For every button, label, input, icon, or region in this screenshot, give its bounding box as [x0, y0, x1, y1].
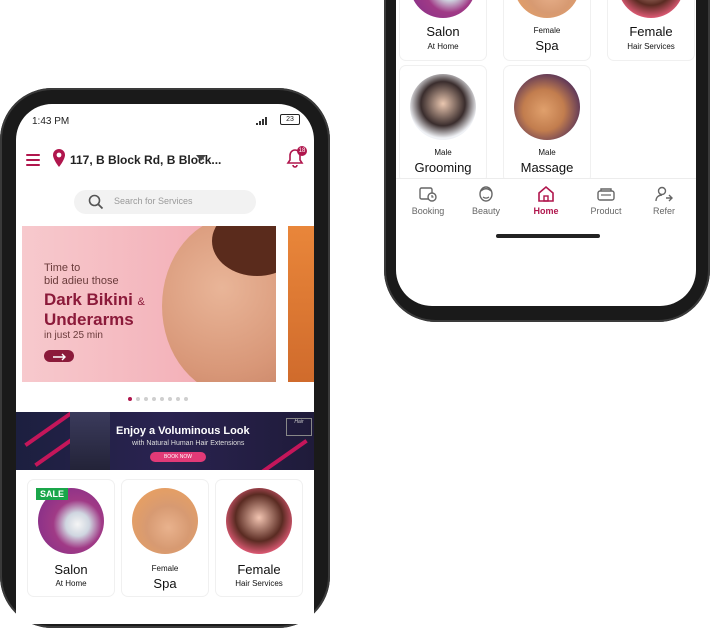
location-pin-icon[interactable] [52, 148, 66, 168]
category-spa-card[interactable]: Female Spa [504, 0, 590, 60]
promo-banner[interactable]: Enjoy a Voluminous Look with Natural Hum… [16, 412, 314, 470]
spa-image [132, 488, 198, 554]
category-grooming-card[interactable]: Male Grooming [400, 66, 486, 182]
carousel-dot[interactable] [168, 397, 172, 401]
search-bar[interactable]: Search for Services [74, 190, 256, 214]
hair-subtitle: Hair Services [627, 42, 675, 51]
carousel-dot[interactable] [136, 397, 140, 401]
carousel-dot[interactable] [176, 397, 180, 401]
phone-right-screen: SALE Salon At Home Female Spa Female Hai… [396, 0, 696, 306]
nav-home-label: Home [533, 206, 559, 216]
carousel-dot[interactable] [184, 397, 188, 401]
spa-title: Spa [153, 576, 177, 591]
phone-left-screen: 1:43 PM 23 117, B Block Rd, B Block... 1… [16, 104, 314, 624]
salon-title: Salon [426, 24, 460, 39]
top-bar: 117, B Block Rd, B Block... 18 [16, 146, 314, 178]
spa-title: Spa [535, 38, 559, 53]
banner-line4: Underarms [44, 310, 134, 329]
carousel-dot[interactable] [160, 397, 164, 401]
category-hair-card[interactable]: Female Hair Services [608, 0, 694, 60]
salon-subtitle: At Home [427, 42, 459, 51]
hero-banner[interactable]: Time to bid adieu those Dark Bikini & Un… [22, 226, 276, 382]
nav-refer[interactable]: Refer [636, 185, 692, 216]
sale-badge: SALE [36, 488, 69, 500]
promo-image [70, 412, 110, 470]
promo-brand-logo: Hair [286, 418, 312, 436]
chevron-down-icon[interactable] [196, 155, 206, 161]
nav-home[interactable]: Home [518, 185, 574, 216]
phone-right: SALE Salon At Home Female Spa Female Hai… [384, 0, 710, 322]
home-indicator[interactable] [496, 234, 600, 238]
notification-count: 18 [297, 146, 307, 156]
beauty-icon [479, 186, 493, 202]
category-massage-card[interactable]: Male Massage [504, 66, 590, 182]
massage-top-label: Male [538, 148, 556, 157]
hair-image [618, 0, 684, 18]
grooming-top-label: Male [434, 148, 452, 157]
banner-line5: in just 25 min [44, 330, 103, 341]
category-salon-card[interactable]: SALE Salon At Home [400, 0, 486, 60]
menu-icon[interactable] [26, 151, 40, 167]
battery-icon: 23 [280, 114, 300, 125]
next-banner-preview[interactable] [288, 226, 314, 382]
search-icon [88, 194, 104, 210]
banner-line3: Dark Bikini [44, 290, 133, 309]
salon-subtitle: At Home [55, 579, 87, 588]
banner-headline-1: Dark Bikini & [44, 290, 145, 310]
hair-title: Female [629, 24, 673, 39]
category-hair-card[interactable]: Female Hair Services [216, 480, 302, 596]
hair-image [226, 488, 292, 554]
nav-product[interactable]: Product [578, 185, 634, 216]
arrow-right-icon [53, 353, 66, 361]
refer-icon [655, 186, 673, 202]
nav-booking-label: Booking [411, 206, 445, 216]
banner-arrow-button[interactable] [44, 350, 74, 362]
phone-left: 1:43 PM 23 117, B Block Rd, B Block... 1… [0, 88, 330, 628]
massage-title: Massage [520, 160, 574, 175]
grooming-image [410, 74, 476, 140]
nav-beauty[interactable]: Beauty [458, 185, 514, 216]
promo-title: Enjoy a Voluminous Look [116, 425, 250, 437]
home-icon [538, 185, 554, 202]
nav-refer-label: Refer [652, 206, 675, 216]
banner-line2: bid adieu those [44, 275, 119, 287]
banner-amp: & [137, 296, 145, 308]
status-bar: 1:43 PM 23 [16, 104, 314, 132]
nav-booking[interactable]: Booking [400, 185, 456, 216]
nav-beauty-label: Beauty [471, 206, 501, 216]
product-icon [597, 188, 615, 201]
promo-subtitle: with Natural Human Hair Extensions [132, 440, 245, 447]
signal-icon [256, 117, 267, 125]
carousel-dot-active[interactable] [128, 397, 132, 401]
book-now-button[interactable]: BOOK NOW [150, 452, 206, 462]
hair-subtitle: Hair Services [235, 579, 283, 588]
nav-product-label: Product [590, 206, 622, 216]
bottom-nav: Booking Beauty Home Product Refer [396, 178, 696, 227]
search-placeholder: Search for Services [114, 196, 193, 206]
spa-top-label: Female [151, 564, 179, 573]
grooming-title: Grooming [414, 160, 472, 175]
carousel-dots [128, 388, 192, 401]
category-spa-card[interactable]: Female Spa [122, 480, 208, 596]
status-time: 1:43 PM [32, 116, 70, 127]
salon-image [410, 0, 476, 18]
massage-image [514, 74, 580, 140]
notification-bell[interactable]: 18 [286, 146, 307, 173]
category-salon-card[interactable]: SALE Salon At Home [28, 480, 114, 596]
booking-icon [419, 187, 437, 202]
spa-top-label: Female [533, 26, 561, 35]
spa-image [514, 0, 580, 18]
carousel-dot[interactable] [152, 397, 156, 401]
carousel-dot[interactable] [144, 397, 148, 401]
banner-line1: Time to [44, 262, 81, 274]
salon-title: Salon [54, 562, 88, 577]
hair-title: Female [237, 562, 281, 577]
